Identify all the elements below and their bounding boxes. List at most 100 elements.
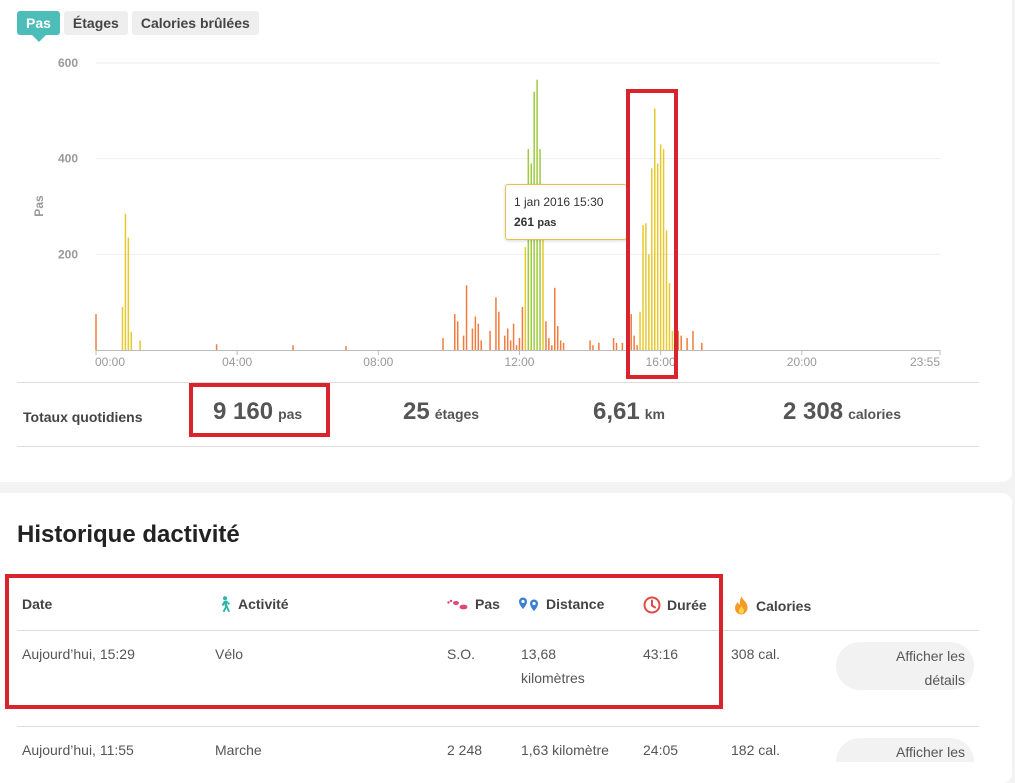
chart-bar[interactable] [665,230,668,350]
chart-bar[interactable] [680,335,682,350]
chart-bar[interactable] [554,287,556,350]
chart-bar[interactable] [139,340,141,350]
x-tick-label: 16:00 [646,355,676,369]
chart-bar[interactable] [633,335,635,350]
chart-bar[interactable] [589,340,591,350]
chart-bar[interactable] [521,306,524,350]
show-details-button[interactable]: Afficher les [836,738,974,762]
column-header-steps[interactable]: Pas [447,596,500,612]
chart-bar[interactable] [127,237,130,350]
column-header-calories[interactable]: Calories [733,596,811,615]
chart-bar[interactable] [692,330,694,350]
chart-bar[interactable] [527,149,530,350]
row-activity[interactable]: Marche [215,738,262,762]
chart-bar[interactable] [495,297,497,350]
y-tick-label: 400 [58,152,78,166]
chart-bar[interactable] [456,321,459,350]
chart-bar[interactable] [506,328,509,350]
row-distance: 1,63 kilomètre [521,742,609,758]
chart-bar[interactable] [515,345,518,350]
chart-bar[interactable] [636,345,638,350]
tab-steps[interactable]: Pas [17,11,60,42]
chart-bar[interactable] [592,345,594,350]
chart-bar[interactable] [512,323,515,350]
column-header-duration[interactable]: Durée [643,596,707,614]
chart-bar[interactable] [524,247,527,350]
chart-bar[interactable] [498,311,500,350]
chart-bar[interactable] [545,321,547,350]
x-tick-label: 00:00 [95,355,125,369]
column-header-distance[interactable]: Distance [518,596,604,612]
chart-bar[interactable] [489,330,491,350]
column-header-date[interactable]: Date [22,596,52,612]
chart-bar[interactable] [442,338,444,350]
chart-bar[interactable] [656,163,659,350]
chart-bar[interactable] [559,340,562,350]
chart-bar[interactable] [639,311,641,350]
chart-bar[interactable] [653,108,656,350]
chart-bar[interactable] [474,316,477,350]
chart-bar[interactable] [345,346,347,350]
chart-bar[interactable] [598,342,600,350]
chart-bar[interactable] [95,314,97,350]
tab-floors[interactable]: Étages [63,11,128,35]
chart-bar[interactable] [462,335,465,350]
chart-bar[interactable] [477,323,480,350]
show-details-label: Afficher les [896,744,965,760]
chart-bar[interactable] [668,283,671,350]
chart-bar[interactable] [651,168,653,350]
row-activity[interactable]: Vélo [215,642,243,666]
chart-bar[interactable] [677,330,680,350]
chart-bar[interactable] [539,149,541,350]
show-details-button[interactable]: Afficher les détails [836,642,974,690]
chart-bar[interactable] [454,314,456,350]
chart-bar[interactable] [465,285,468,350]
tab-calories-burned[interactable]: Calories brûlées [131,11,259,35]
chart-bar[interactable] [556,326,559,350]
row-steps: 2 248 [447,742,483,758]
chart-bar[interactable] [504,335,506,350]
chart-bar[interactable] [509,340,512,350]
row-distance-unit: kilomètres [521,670,585,686]
chart-bar[interactable] [642,225,644,350]
total-floors: 25 étages [403,398,479,426]
row-duration: 24:05 [643,742,679,758]
chart-bar[interactable] [630,314,632,350]
chart-bar[interactable] [621,342,624,350]
row-steps: S.O. [447,646,476,662]
chart-bar[interactable] [615,342,618,350]
metric-tabs: Pas Étages Calories brûlées [17,11,259,42]
chart-bar[interactable] [686,338,688,350]
chart-bar[interactable] [548,338,550,350]
chart-bar[interactable] [215,344,218,350]
total-calories-unit: calories [848,406,901,422]
chart-bar[interactable] [674,335,677,350]
chart-bar[interactable] [121,306,124,350]
divider [17,630,979,631]
total-steps-unit: pas [278,406,303,422]
row-calories: 182 cal. [731,742,781,758]
chart-bar[interactable] [562,342,565,350]
chart-bar[interactable] [124,213,127,350]
chart-bar[interactable] [645,223,647,350]
column-header-activity[interactable]: Activité [216,596,289,612]
y-tick-label: 200 [58,247,78,261]
chart-bar[interactable] [471,328,474,350]
chart-bar[interactable] [130,331,133,350]
chart-bar[interactable] [671,330,674,350]
chart-bar[interactable] [627,330,630,350]
chart-bar[interactable] [701,342,703,350]
chart-bar[interactable] [662,149,665,350]
chart-bar[interactable] [648,254,650,350]
row-calories: 308 cal. [731,646,781,662]
column-header-steps-label: Pas [475,596,500,612]
footsteps-icon [447,599,468,610]
chart-bar[interactable] [551,345,553,350]
chart-tooltip: 1 jan 2016 15:30 261 pas [505,184,627,240]
chart-bar[interactable] [518,338,521,350]
chart-bar[interactable] [612,338,615,350]
chart-bar[interactable] [480,340,482,350]
chart-bar[interactable] [659,144,662,350]
steps-bar-chart: 200 400 600 00:00 04:00 08:00 12:00 16:00 20:00… [32,56,941,369]
chart-bar[interactable] [292,345,294,350]
